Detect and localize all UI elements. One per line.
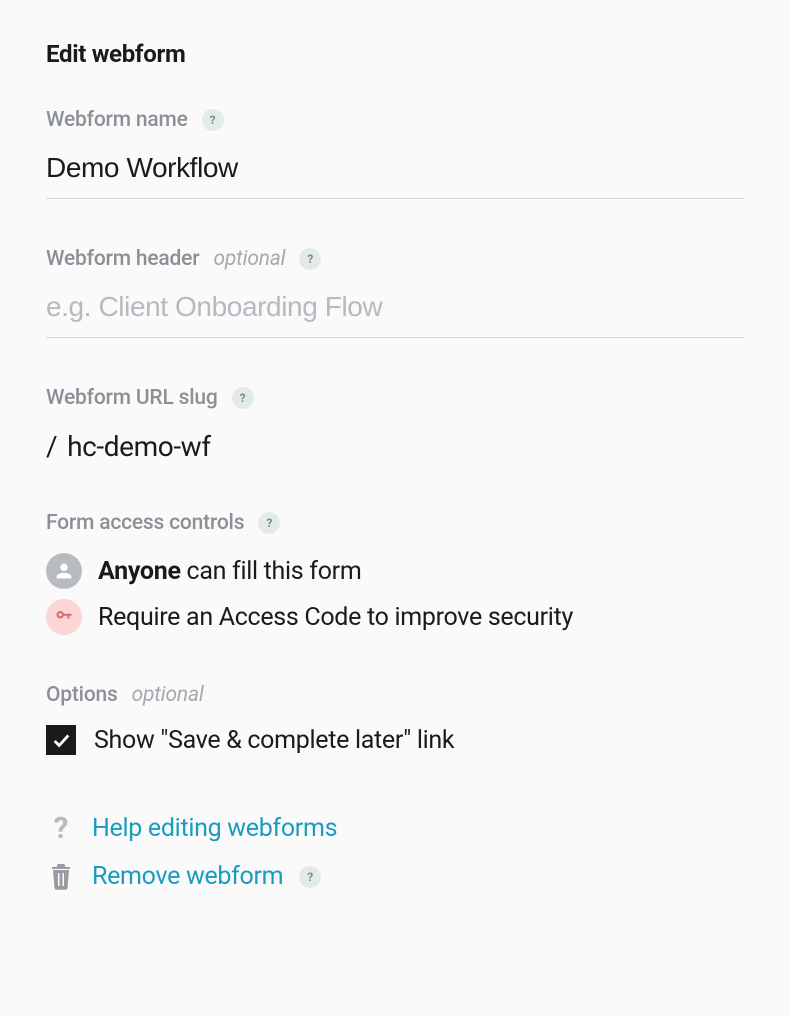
- webform-header-group: Webform header optional ?: [46, 247, 744, 338]
- help-icon[interactable]: ?: [299, 866, 321, 888]
- access-code-row[interactable]: Require an Access Code to improve securi…: [46, 599, 744, 635]
- help-icon[interactable]: ?: [232, 387, 254, 409]
- webform-header-label: Webform header: [46, 247, 199, 271]
- access-code-text: Require an Access Code to improve securi…: [98, 603, 573, 632]
- access-controls-group: Form access controls ? Anyone can fill t…: [46, 511, 744, 635]
- access-anyone-text: Anyone can fill this form: [98, 557, 361, 586]
- help-icon[interactable]: ?: [299, 248, 321, 270]
- webform-name-label: Webform name: [46, 108, 188, 132]
- webform-name-input[interactable]: [46, 146, 744, 199]
- options-label: Options: [46, 683, 118, 707]
- webform-slug-group: Webform URL slug ? / hc-demo-wf: [46, 386, 744, 463]
- show-save-checkbox[interactable]: [46, 725, 76, 755]
- help-link[interactable]: Help editing webforms: [92, 814, 337, 843]
- page-title: Edit webform: [46, 40, 744, 68]
- help-row: ? Help editing webforms: [46, 811, 744, 846]
- optional-tag: optional: [213, 247, 285, 271]
- remove-link[interactable]: Remove webform: [92, 862, 283, 891]
- key-icon: [46, 599, 82, 635]
- webform-slug-label: Webform URL slug: [46, 386, 218, 410]
- help-icon[interactable]: ?: [258, 512, 280, 534]
- footer-links: ? Help editing webforms Remove webform ?: [46, 811, 744, 891]
- webform-name-group: Webform name ?: [46, 108, 744, 199]
- show-save-label: Show "Save & complete later" link: [94, 726, 454, 755]
- remove-row: Remove webform ?: [46, 862, 744, 891]
- webform-header-input[interactable]: [46, 285, 744, 338]
- options-group: Options optional Show "Save & complete l…: [46, 683, 744, 755]
- show-save-option-row: Show "Save & complete later" link: [46, 725, 744, 755]
- slug-prefix: /: [46, 430, 57, 463]
- optional-tag: optional: [132, 683, 204, 707]
- help-icon[interactable]: ?: [202, 109, 224, 131]
- access-anyone-row[interactable]: Anyone can fill this form: [46, 553, 744, 589]
- slug-value[interactable]: hc-demo-wf: [67, 430, 211, 463]
- access-controls-label: Form access controls: [46, 511, 244, 535]
- question-icon: ?: [46, 811, 76, 846]
- person-icon: [46, 553, 82, 589]
- trash-icon: [46, 863, 76, 891]
